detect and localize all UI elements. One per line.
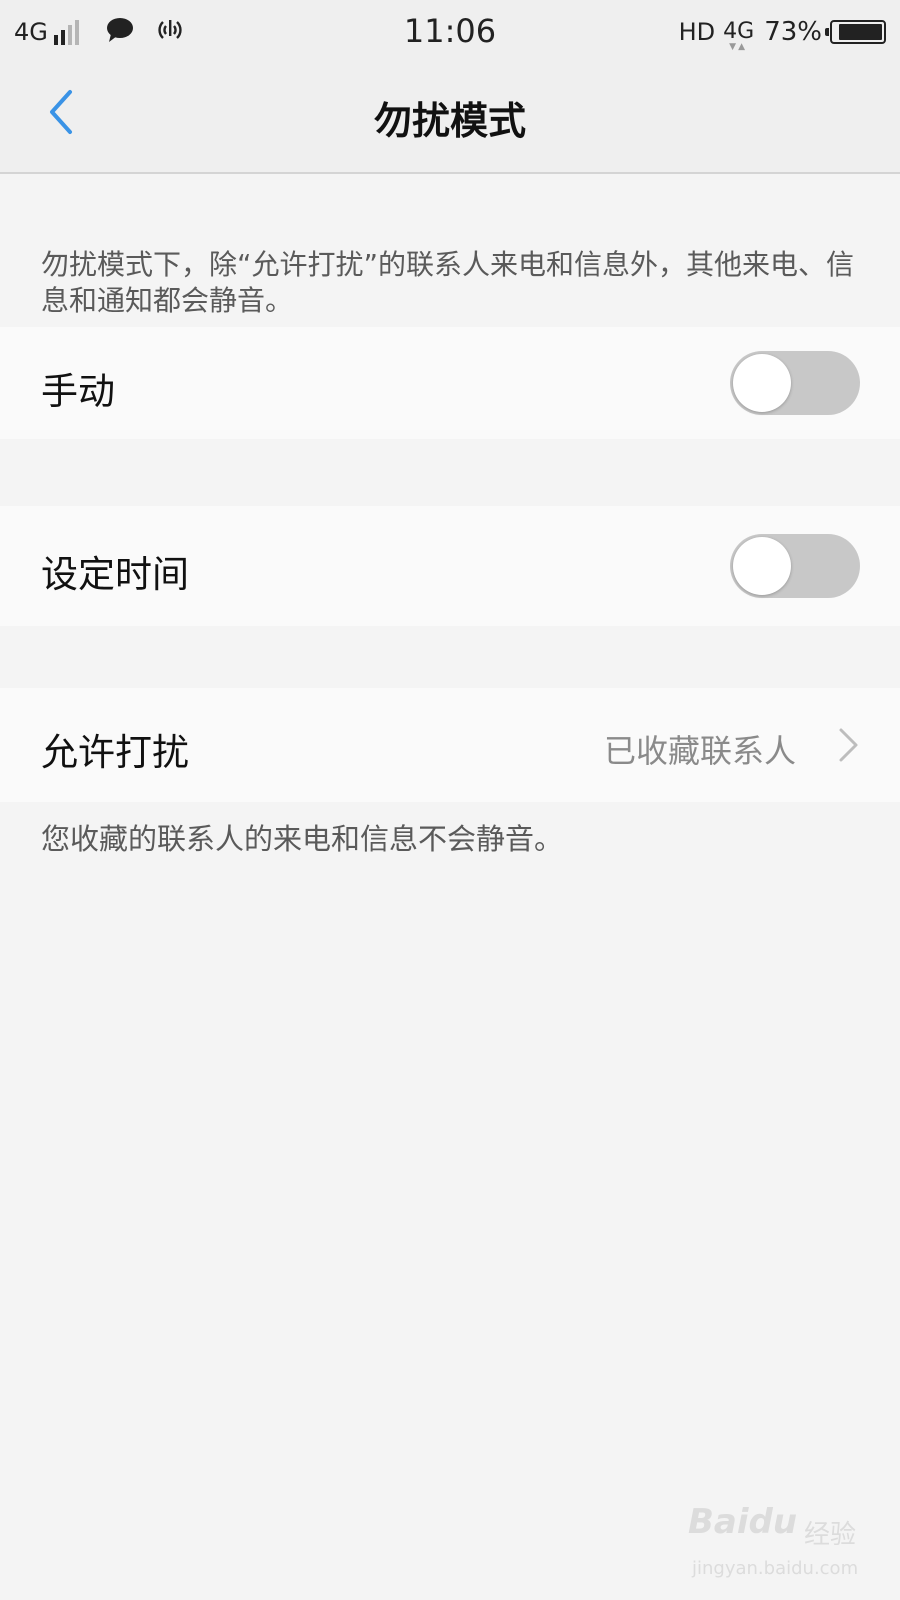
- allow-disturb-footnote: 您收藏的联系人的来电和信息不会静音。: [41, 822, 564, 856]
- battery-icon: [825, 20, 886, 44]
- allow-disturb-label: 允许打扰: [41, 731, 189, 774]
- manual-label: 手动: [41, 370, 115, 413]
- intro-description: 勿扰模式下，除“允许打扰”的联系人来电和信息外，其他来电、信息和通知都会静音。: [41, 248, 855, 317]
- scheduled-row[interactable]: 设定时间: [0, 506, 900, 626]
- toggle-knob: [733, 354, 791, 412]
- watermark-label: 经验: [804, 1520, 857, 1550]
- manual-row[interactable]: 手动: [0, 327, 900, 439]
- watermark-logo: Baidu: [688, 1502, 798, 1542]
- scheduled-toggle[interactable]: [730, 534, 860, 598]
- nav-bar: 勿扰模式: [0, 62, 900, 174]
- allow-disturb-row[interactable]: 允许打扰 已收藏联系人: [0, 688, 900, 802]
- chevron-left-icon: [50, 90, 72, 134]
- hd-indicator: HD: [678, 18, 716, 46]
- battery-percent: 73%: [764, 17, 822, 47]
- back-button[interactable]: [36, 84, 92, 140]
- toggle-knob: [733, 537, 791, 595]
- scheduled-label: 设定时间: [41, 553, 189, 596]
- baidu-watermark: Baidu 经验 jingyan.baidu.com: [688, 1502, 868, 1588]
- page-title: 勿扰模式: [373, 99, 526, 143]
- network-type-right: 4G ▼▲: [723, 19, 755, 52]
- watermark-url: jingyan.baidu.com: [692, 1558, 859, 1579]
- manual-toggle[interactable]: [730, 351, 860, 415]
- allow-disturb-value: 已收藏联系人: [603, 732, 796, 770]
- chevron-right-icon: [836, 726, 862, 768]
- status-right: HD 4G ▼▲ 73%: [678, 14, 886, 52]
- status-bar: 4G 11:06 HD 4G ▼▲ 73%: [0, 0, 900, 62]
- data-arrows-icon: ▼▲: [729, 42, 747, 52]
